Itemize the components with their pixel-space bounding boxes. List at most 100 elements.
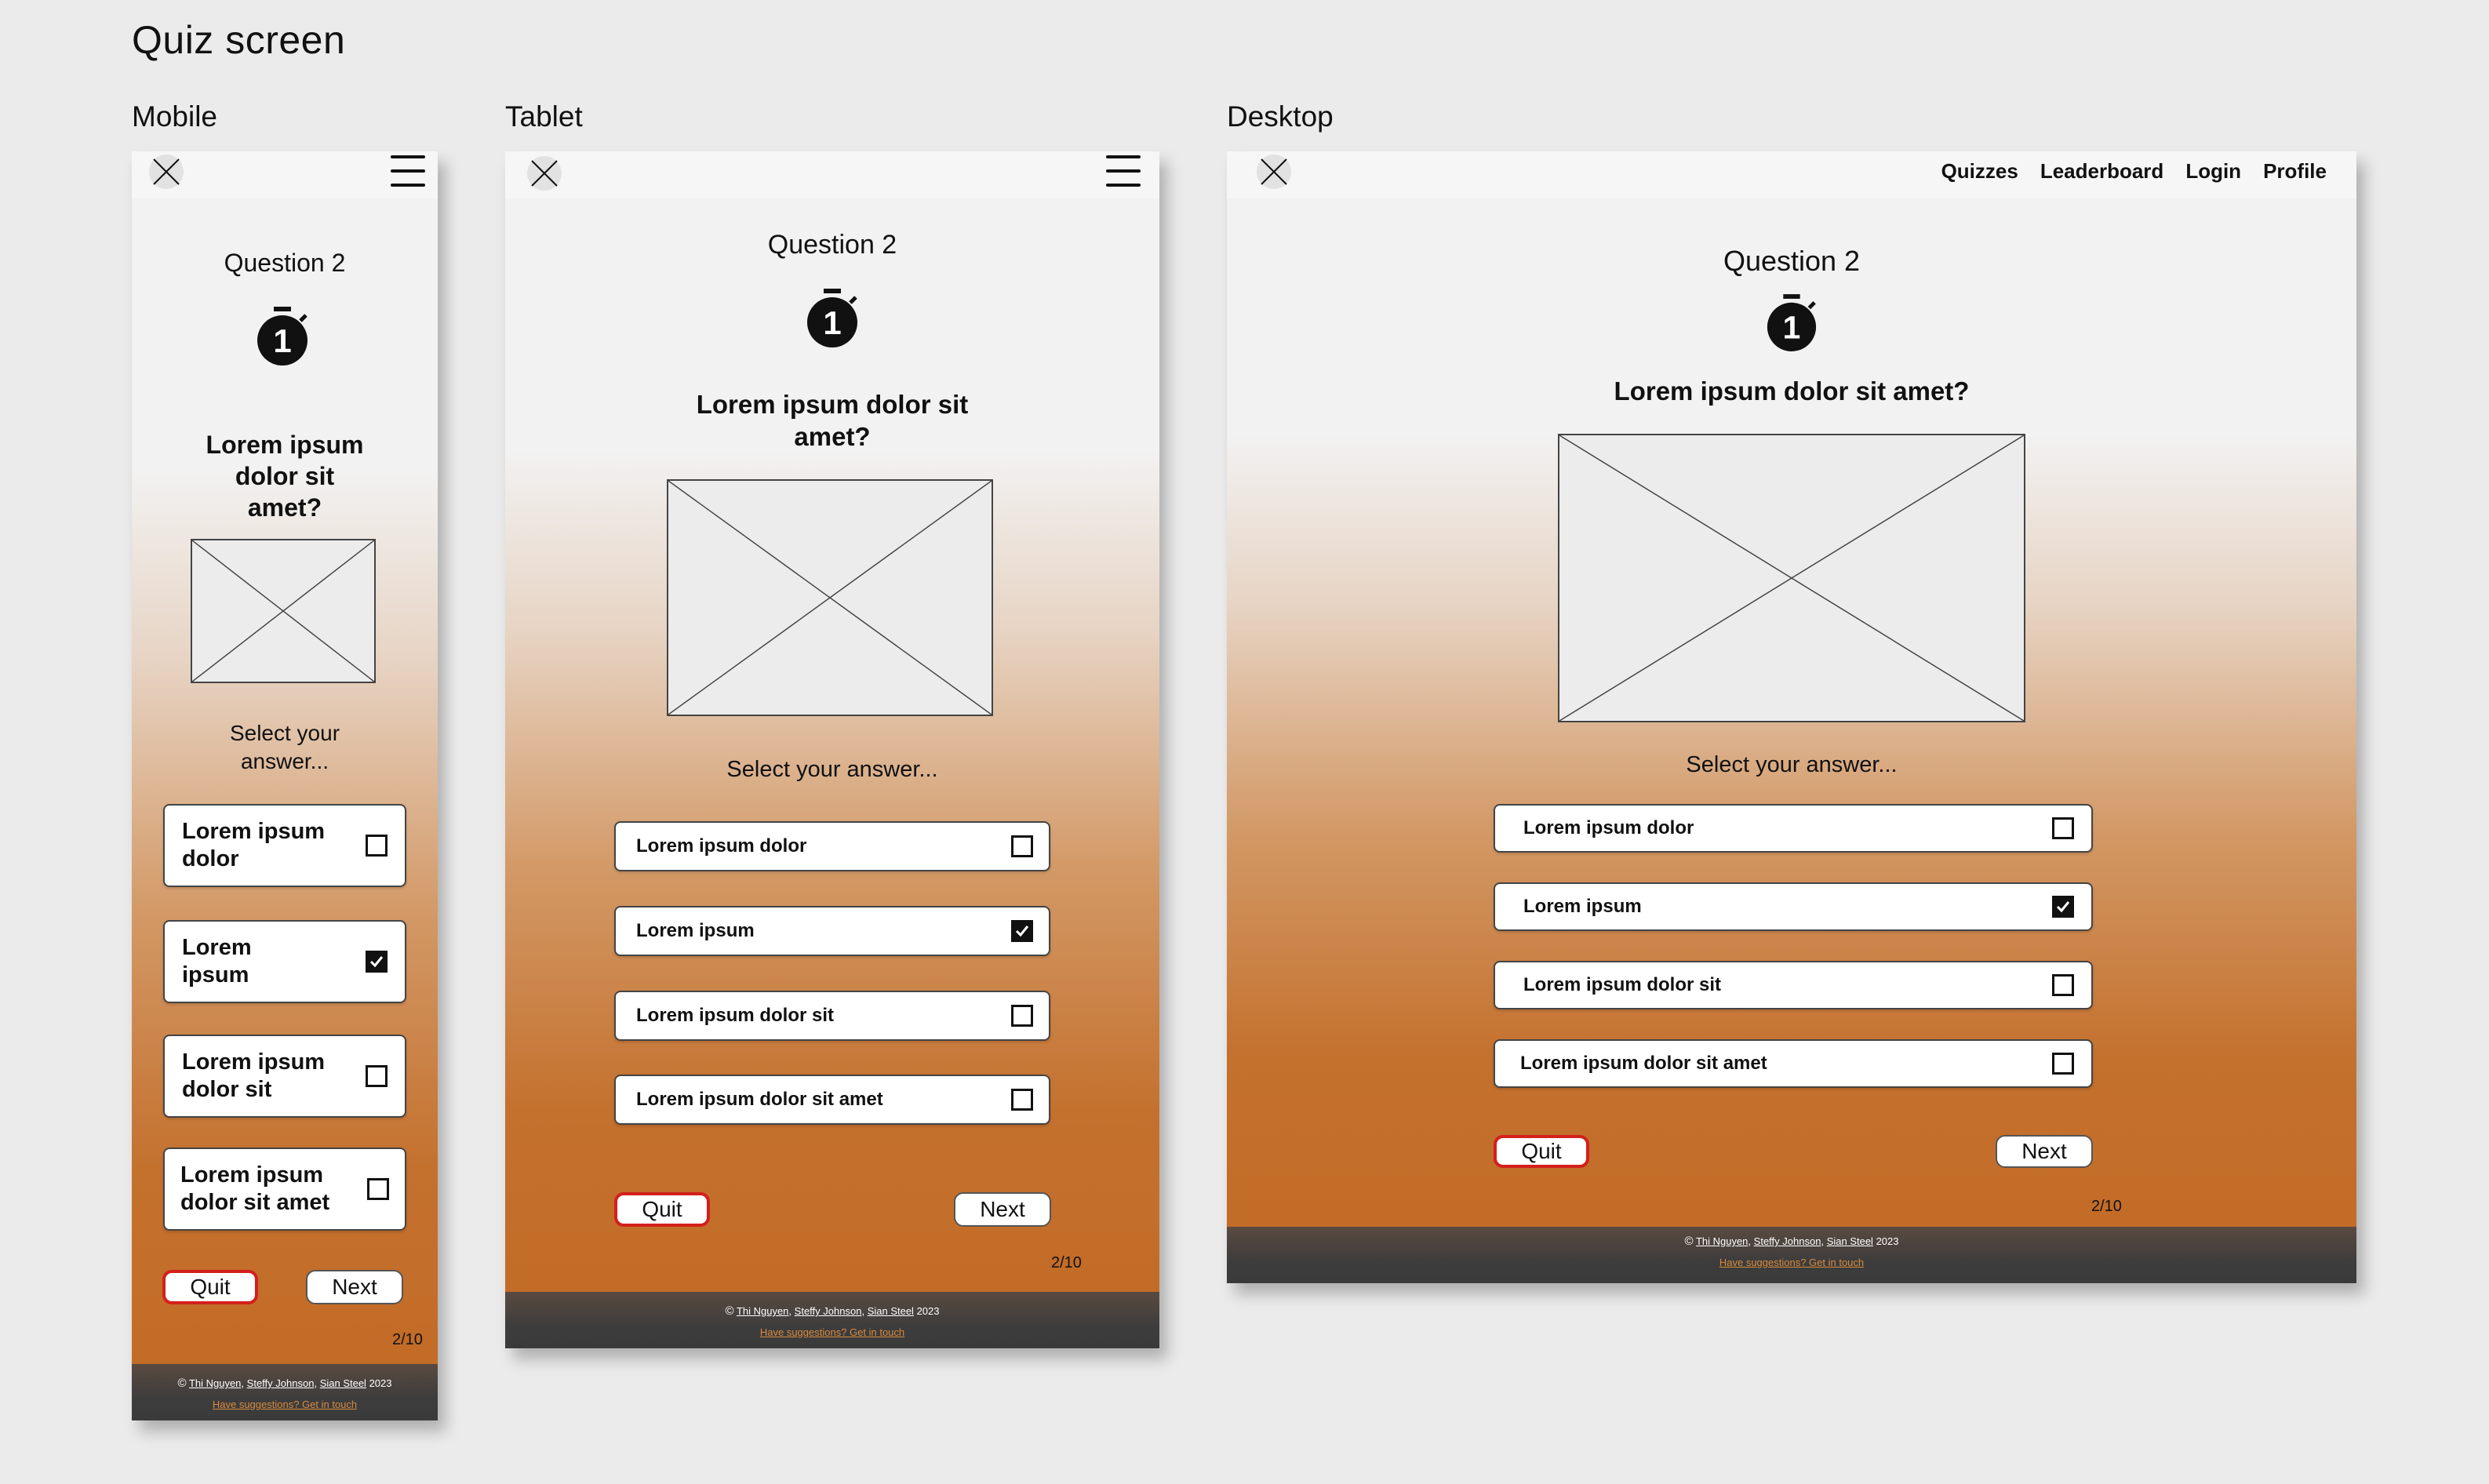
navbar: [132, 151, 438, 198]
answer-option-4[interactable]: Lorem ipsum dolor sit amet: [163, 1148, 406, 1231]
quit-button[interactable]: Quit: [1494, 1135, 1589, 1168]
next-button[interactable]: Next: [1996, 1135, 2093, 1168]
quit-button[interactable]: Quit: [162, 1270, 258, 1304]
copyright-icon: ©: [1684, 1235, 1694, 1248]
separator: ,: [1821, 1235, 1825, 1247]
answer-option-1[interactable]: Lorem ipsum dolor: [1494, 804, 2093, 853]
progress-indicator: 2/10: [1051, 1254, 1082, 1271]
author-link[interactable]: Thi Nguyen: [189, 1377, 241, 1389]
nav-profile[interactable]: Profile: [2263, 159, 2327, 184]
close-icon[interactable]: [527, 156, 562, 191]
checkbox[interactable]: [2052, 817, 2074, 839]
answer-option-3[interactable]: Lorem ipsum dolor sit: [163, 1035, 406, 1118]
question-number: Question 2: [224, 249, 346, 277]
separator: ,: [314, 1377, 318, 1389]
answer-option-2[interactable]: Lorem ipsum: [1494, 882, 2093, 931]
answer-option-1[interactable]: Lorem ipsum dolor: [163, 804, 406, 887]
answer-option-3[interactable]: Lorem ipsum dolor sit: [614, 991, 1050, 1041]
close-icon[interactable]: [149, 155, 184, 189]
nav-login[interactable]: Login: [2185, 159, 2241, 184]
question-text: Lorem ipsum dolor sit amet?: [696, 390, 969, 452]
footer: © Thi Nguyen, Steffy Johnson, Sian Steel…: [132, 1364, 438, 1420]
answer-option-4[interactable]: Lorem ipsum dolor sit amet: [614, 1075, 1050, 1125]
checkbox[interactable]: [366, 1065, 388, 1087]
nav-links: Quizzes Leaderboard Login Profile: [1941, 159, 2327, 184]
checkbox-checked[interactable]: [2052, 896, 2074, 918]
answer-option-label: Lorem ipsum dolor sit: [182, 1049, 326, 1102]
desktop-frame: Quizzes Leaderboard Login Profile Questi…: [1227, 151, 2356, 1283]
progress-indicator: 2/10: [2091, 1198, 2122, 1215]
answer-option-label: Lorem ipsum dolor: [1523, 817, 1694, 838]
question-text: Lorem ipsum dolor sit amet?: [206, 431, 364, 522]
answer-option-label: Lorem ipsum dolor sit: [636, 1005, 835, 1026]
author-link[interactable]: Steffy Johnson: [247, 1377, 315, 1389]
close-icon[interactable]: [1257, 155, 1291, 189]
tablet-frame: Question 2 1 Lorem ipsum dolor sit amet?…: [505, 151, 1159, 1348]
answer-option-2[interactable]: Lorem ipsum: [163, 920, 406, 1003]
author-link[interactable]: Sian Steel: [1827, 1235, 1873, 1247]
answer-prompt: Select your answer...: [229, 721, 340, 774]
quit-button[interactable]: Quit: [614, 1192, 710, 1227]
next-button[interactable]: Next: [306, 1270, 403, 1304]
checkbox-checked[interactable]: [1011, 920, 1033, 942]
answer-option-1[interactable]: Lorem ipsum dolor: [614, 821, 1050, 871]
navbar: Quizzes Leaderboard Login Profile: [1227, 151, 2356, 198]
nav-leaderboard[interactable]: Leaderboard: [2040, 159, 2164, 184]
author-link[interactable]: Steffy Johnson: [1754, 1235, 1821, 1247]
menu-icon[interactable]: [391, 155, 425, 187]
copyright-icon: ©: [177, 1377, 187, 1390]
checkbox[interactable]: [366, 835, 388, 857]
timer-icon: 1: [805, 289, 860, 348]
separator: ,: [241, 1377, 245, 1389]
checkbox-checked[interactable]: [366, 951, 388, 973]
footer: © Thi Nguyen, Steffy Johnson, Sian Steel…: [505, 1292, 1159, 1348]
label-mobile: Mobile: [132, 100, 217, 133]
author-link[interactable]: Steffy Johnson: [795, 1305, 862, 1317]
answer-option-2[interactable]: Lorem ipsum: [614, 906, 1050, 956]
footer-year: 2023: [916, 1305, 940, 1317]
timer-icon: 1: [1765, 294, 1818, 352]
checkbox[interactable]: [367, 1178, 389, 1200]
answer-option-label: Lorem ipsum: [182, 935, 252, 988]
question-text: Lorem ipsum dolor sit amet?: [1614, 376, 1970, 406]
footer-credits: © Thi Nguyen, Steffy Johnson, Sian Steel…: [505, 1304, 1159, 1318]
author-link[interactable]: Sian Steel: [868, 1305, 914, 1317]
checkbox[interactable]: [2052, 974, 2074, 996]
menu-icon[interactable]: [1106, 155, 1141, 187]
author-link[interactable]: Sian Steel: [320, 1377, 366, 1389]
footer-credits: © Thi Nguyen, Steffy Johnson, Sian Steel…: [1227, 1235, 2356, 1248]
author-link[interactable]: Thi Nguyen: [737, 1305, 788, 1317]
timer-icon: 1: [255, 307, 310, 366]
next-button[interactable]: Next: [954, 1192, 1051, 1227]
answer-option-label: Lorem ipsum: [1523, 896, 1642, 917]
checkbox[interactable]: [1011, 1005, 1033, 1027]
footer-year: 2023: [369, 1377, 392, 1389]
contact-link[interactable]: Have suggestions? Get in touch: [1227, 1257, 2356, 1268]
answer-option-4[interactable]: Lorem ipsum dolor sit amet: [1494, 1039, 2093, 1088]
author-link[interactable]: Thi Nguyen: [1696, 1235, 1748, 1247]
timer-number: 1: [823, 304, 841, 341]
contact-link[interactable]: Have suggestions? Get in touch: [132, 1399, 438, 1410]
answer-prompt: Select your answer...: [726, 757, 938, 782]
page-title: Quiz screen: [132, 18, 346, 62]
navbar: [505, 151, 1159, 198]
answer-option-label: Lorem ipsum dolor sit amet: [1520, 1053, 1767, 1074]
image-placeholder: [1558, 434, 2025, 722]
contact-link[interactable]: Have suggestions? Get in touch: [505, 1326, 1159, 1338]
label-tablet: Tablet: [505, 100, 583, 133]
answer-option-label: Lorem ipsum dolor sit: [1523, 974, 1722, 995]
timer-number: 1: [273, 322, 291, 359]
image-placeholder: [667, 479, 993, 716]
checkbox[interactable]: [1011, 1089, 1033, 1111]
checkbox[interactable]: [2052, 1053, 2074, 1075]
question-number: Question 2: [767, 230, 897, 260]
timer-number: 1: [1783, 309, 1801, 345]
checkbox[interactable]: [1011, 835, 1033, 857]
nav-quizzes[interactable]: Quizzes: [1941, 159, 2018, 184]
copyright-icon: ©: [725, 1304, 734, 1318]
footer-credits: © Thi Nguyen, Steffy Johnson, Sian Steel…: [132, 1377, 438, 1390]
separator: ,: [1748, 1235, 1752, 1247]
answer-option-3[interactable]: Lorem ipsum dolor sit: [1494, 961, 2093, 1009]
answer-option-label: Lorem ipsum dolor: [182, 819, 326, 871]
footer: © Thi Nguyen, Steffy Johnson, Sian Steel…: [1227, 1227, 2356, 1283]
